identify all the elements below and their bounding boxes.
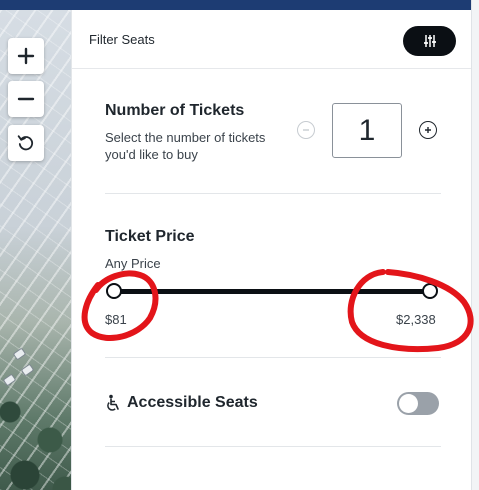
section-divider [105,193,441,194]
price-min-label: $81 [105,312,127,327]
zoom-in-button[interactable] [8,38,44,74]
minus-icon [17,97,35,101]
section-divider [105,357,441,358]
rotate-ccw-icon [17,135,34,151]
map-car [2,373,17,387]
panel-scrollbar[interactable] [471,0,479,490]
reset-view-button[interactable] [8,125,44,161]
map-car [20,363,35,377]
section-divider [105,446,441,447]
decrease-tickets-button[interactable] [297,121,315,139]
filter-panel: Filter Seats Number of Tickets Select th… [71,10,472,490]
sliders-icon [423,35,436,47]
wheelchair-icon [107,394,119,411]
filter-settings-button[interactable] [403,26,456,56]
price-min-handle[interactable] [106,283,122,299]
price-max-handle[interactable] [422,283,438,299]
accessible-seats-toggle[interactable] [397,392,439,415]
accessible-seats-label: Accessible Seats [127,394,258,411]
plus-icon [17,47,35,65]
tickets-description: Select the number of tickets you'd like … [105,130,266,162]
minus-circle-icon [303,129,309,131]
top-brand-bar [0,0,471,10]
map-car [12,347,27,361]
tickets-heading: Number of Tickets [105,102,245,119]
price-max-label: $2,338 [396,312,436,327]
price-range-track[interactable] [114,289,432,294]
panel-title: Filter Seats [89,32,155,47]
accessible-seats-row: Accessible Seats [105,394,258,412]
panel-header: Filter Seats [72,10,472,69]
increase-tickets-button[interactable] [419,121,437,139]
price-heading: Ticket Price [105,228,195,245]
zoom-out-button[interactable] [8,81,44,117]
ticket-quantity-field[interactable]: 1 [332,103,402,158]
price-subtitle: Any Price [105,256,161,271]
toggle-knob [399,394,418,413]
plus-circle-icon [425,127,431,133]
